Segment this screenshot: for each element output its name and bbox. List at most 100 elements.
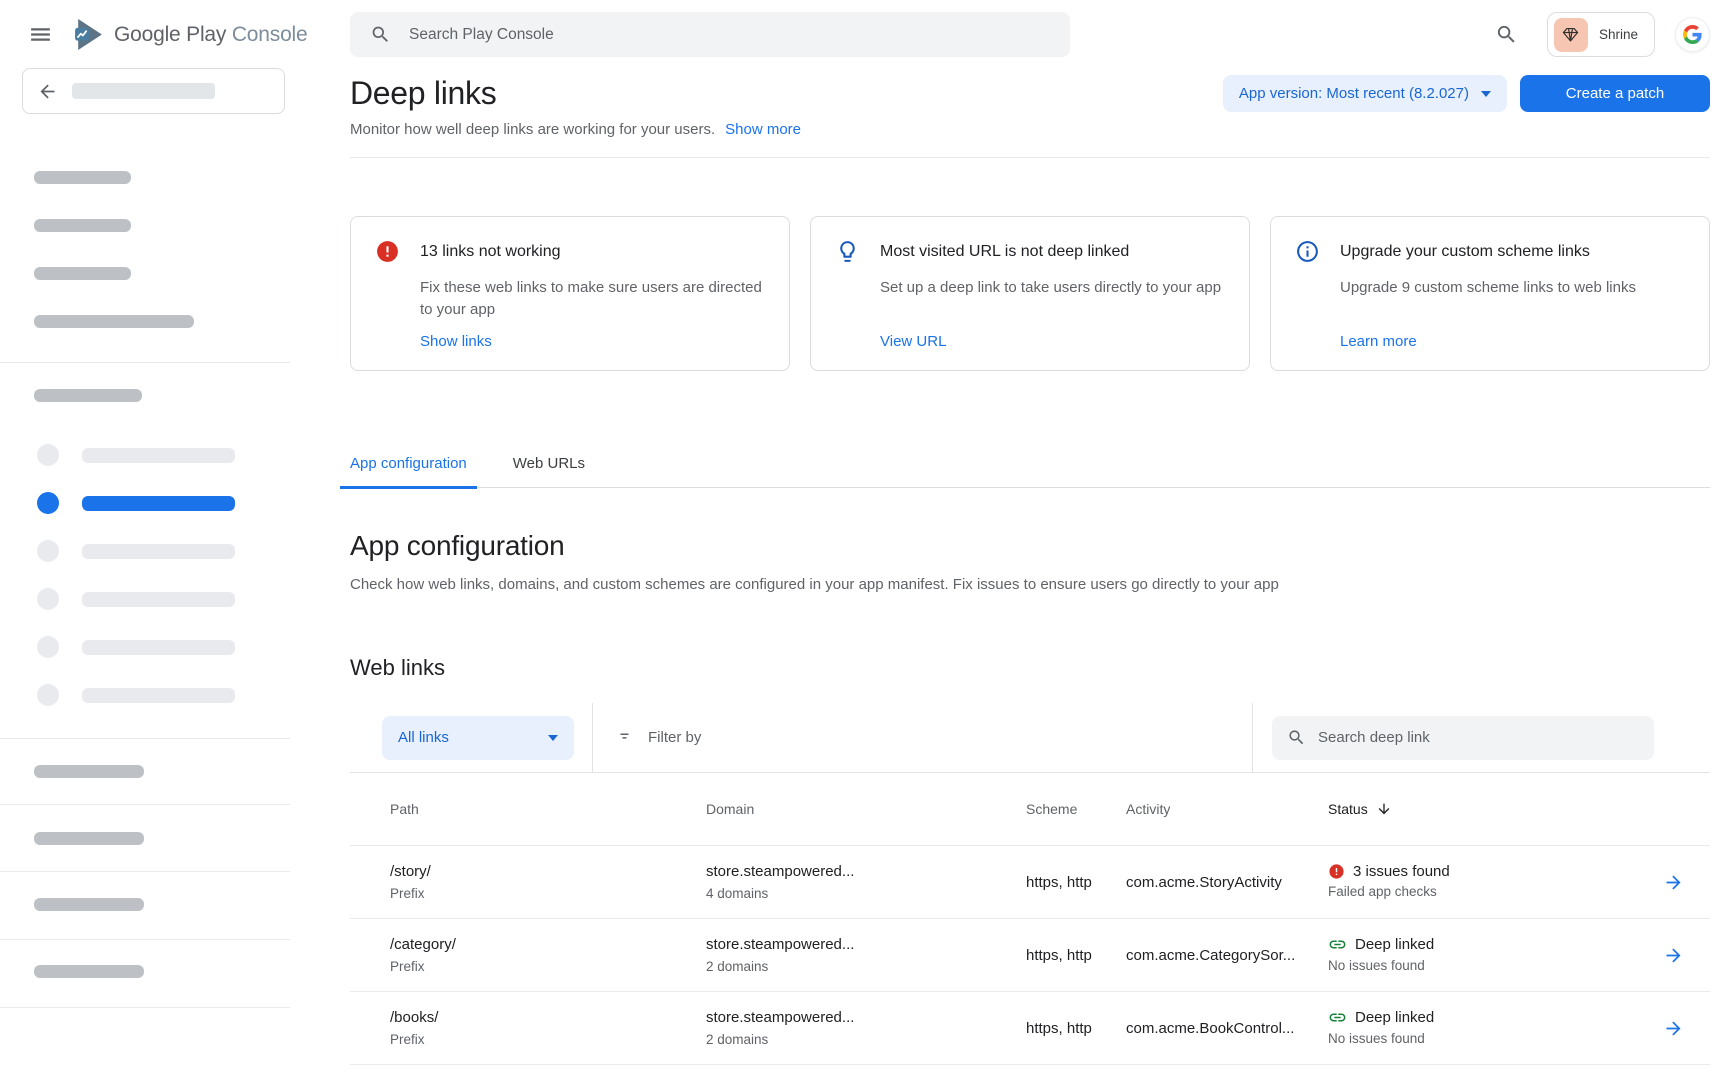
learn-more-link[interactable]: Learn more (1340, 333, 1685, 350)
links-filter-select[interactable]: All links (382, 716, 574, 760)
row-detail-button[interactable] (1640, 872, 1710, 893)
sidebar-item-placeholder[interactable] (34, 765, 144, 778)
info-icon (1295, 239, 1320, 350)
show-more-link[interactable]: Show more (725, 121, 801, 138)
sidebar-item-placeholder[interactable] (82, 448, 235, 463)
header-divider (350, 157, 1710, 158)
sidebar-item-placeholder[interactable] (82, 592, 235, 607)
table-row[interactable]: /story/ Prefix store.steampowered... 4 d… (350, 845, 1710, 918)
app-name: Shrine (1599, 27, 1638, 42)
page-title: Deep links (350, 75, 496, 112)
view-url-link[interactable]: View URL (880, 333, 1225, 350)
column-header-domain[interactable]: Domain (706, 801, 1026, 817)
path-type: Prefix (390, 1031, 706, 1049)
sidebar-active-item-icon[interactable] (37, 492, 59, 514)
status-value: Deep linked (1355, 936, 1434, 953)
sidebar-divider (0, 871, 290, 872)
global-search-input[interactable] (409, 26, 1050, 44)
lightbulb-icon (835, 239, 860, 350)
google-g-icon (1683, 25, 1702, 44)
tab-web-urls[interactable]: Web URLs (503, 455, 595, 489)
sidebar-item-placeholder[interactable] (34, 315, 194, 328)
filter-by-button[interactable]: Filter by (615, 728, 701, 747)
play-console-logo-icon (73, 17, 106, 52)
deep-link-icon (1328, 1008, 1347, 1027)
logo-text: Google Play Console (114, 23, 308, 47)
deep-link-search-input[interactable] (1318, 729, 1639, 746)
play-console-app: Google Play Console (0, 0, 1728, 1080)
search-icon (1287, 728, 1306, 747)
menu-icon[interactable] (28, 22, 53, 48)
sidebar-active-item[interactable] (82, 496, 235, 511)
error-icon (1328, 863, 1345, 880)
sidebar-item-placeholder[interactable] (34, 267, 131, 280)
domain-value: store.steampowered... (706, 861, 1026, 882)
main-content: Shrine Deep links App versio (290, 0, 1728, 1080)
sidebar-divider (0, 804, 290, 805)
activity-value: com.acme.StoryActivity (1126, 872, 1328, 893)
column-header-activity[interactable]: Activity (1126, 801, 1328, 817)
column-header-status[interactable]: Status (1328, 801, 1640, 817)
filter-bar: All links Filter by (350, 703, 1710, 773)
sidebar-item-placeholder[interactable] (82, 640, 235, 655)
table-row[interactable]: /category/ Prefix store.steampowered... … (350, 918, 1710, 991)
sidebar-item-icon-placeholder[interactable] (37, 540, 59, 562)
section-description: Check how web links, domains, and custom… (350, 576, 1710, 593)
deep-link-search[interactable] (1272, 716, 1654, 760)
table-row[interactable]: /books/ Prefix store.steampowered... 2 d… (350, 991, 1710, 1064)
sidebar-item-placeholder[interactable] (34, 965, 144, 978)
show-links-link[interactable]: Show links (420, 333, 765, 350)
global-search[interactable] (350, 12, 1070, 57)
row-detail-button[interactable] (1640, 945, 1710, 966)
sidebar-item-placeholder[interactable] (34, 219, 131, 232)
insight-cards: 13 links not working Fix these web links… (350, 216, 1710, 371)
row-detail-button[interactable] (1640, 1018, 1710, 1039)
filter-icon (615, 728, 634, 747)
sidebar-item-placeholder[interactable] (34, 898, 144, 911)
tab-app-configuration[interactable]: App configuration (340, 455, 477, 489)
sidebar-item-icon-placeholder[interactable] (37, 684, 59, 706)
sort-descending-icon (1376, 801, 1392, 817)
sidebar-item-placeholder[interactable] (82, 544, 235, 559)
path-type: Prefix (390, 885, 706, 903)
tab-bar: App configuration Web URLs (340, 455, 1710, 488)
arrow-forward-icon (1663, 945, 1684, 966)
google-account-avatar[interactable] (1675, 17, 1710, 52)
path-value: /story/ (390, 861, 706, 882)
app-selector[interactable]: Shrine (1547, 12, 1655, 57)
status-detail: Failed app checks (1328, 883, 1640, 901)
skeleton-bar (72, 83, 215, 99)
table-row[interactable]: /item/ store.steampowered... (350, 1064, 1710, 1080)
status-detail: No issues found (1328, 957, 1640, 975)
sidebar-item-placeholder[interactable] (82, 688, 235, 703)
sidebar-item-placeholder[interactable] (34, 171, 131, 184)
chevron-down-icon (548, 735, 558, 741)
deep-link-icon (1328, 935, 1347, 954)
back-navigation[interactable] (22, 68, 285, 114)
sidebar-item-icon-placeholder[interactable] (37, 636, 59, 658)
path-type: Prefix (390, 958, 706, 976)
scheme-value: https, http (1026, 872, 1126, 893)
sidebar-divider (0, 939, 290, 940)
column-header-path[interactable]: Path (350, 801, 706, 817)
play-console-logo[interactable]: Google Play Console (73, 17, 308, 52)
status-value: Deep linked (1355, 1009, 1434, 1026)
column-header-scheme[interactable]: Scheme (1026, 801, 1126, 817)
create-patch-button[interactable]: Create a patch (1520, 75, 1710, 112)
sidebar-section-header-placeholder (34, 389, 142, 402)
web-links-title: Web links (350, 655, 1710, 681)
arrow-back-icon (37, 81, 58, 102)
sidebar-item-icon-placeholder[interactable] (37, 588, 59, 610)
arrow-forward-icon (1663, 1018, 1684, 1039)
sidebar-divider (0, 738, 290, 739)
domain-count: 2 domains (706, 958, 1026, 976)
sidebar-item-placeholder[interactable] (34, 832, 144, 845)
app-version-dropdown[interactable]: App version: Most recent (8.2.027) (1223, 75, 1507, 112)
status-header-label: Status (1328, 801, 1368, 817)
status-detail: No issues found (1328, 1030, 1640, 1048)
card-body: Set up a deep link to take users directl… (880, 277, 1225, 299)
app-avatar (1554, 18, 1588, 52)
domain-value: store.steampowered... (706, 1007, 1026, 1028)
header-search-icon[interactable] (1489, 17, 1525, 53)
sidebar-item-icon-placeholder[interactable] (37, 444, 59, 466)
